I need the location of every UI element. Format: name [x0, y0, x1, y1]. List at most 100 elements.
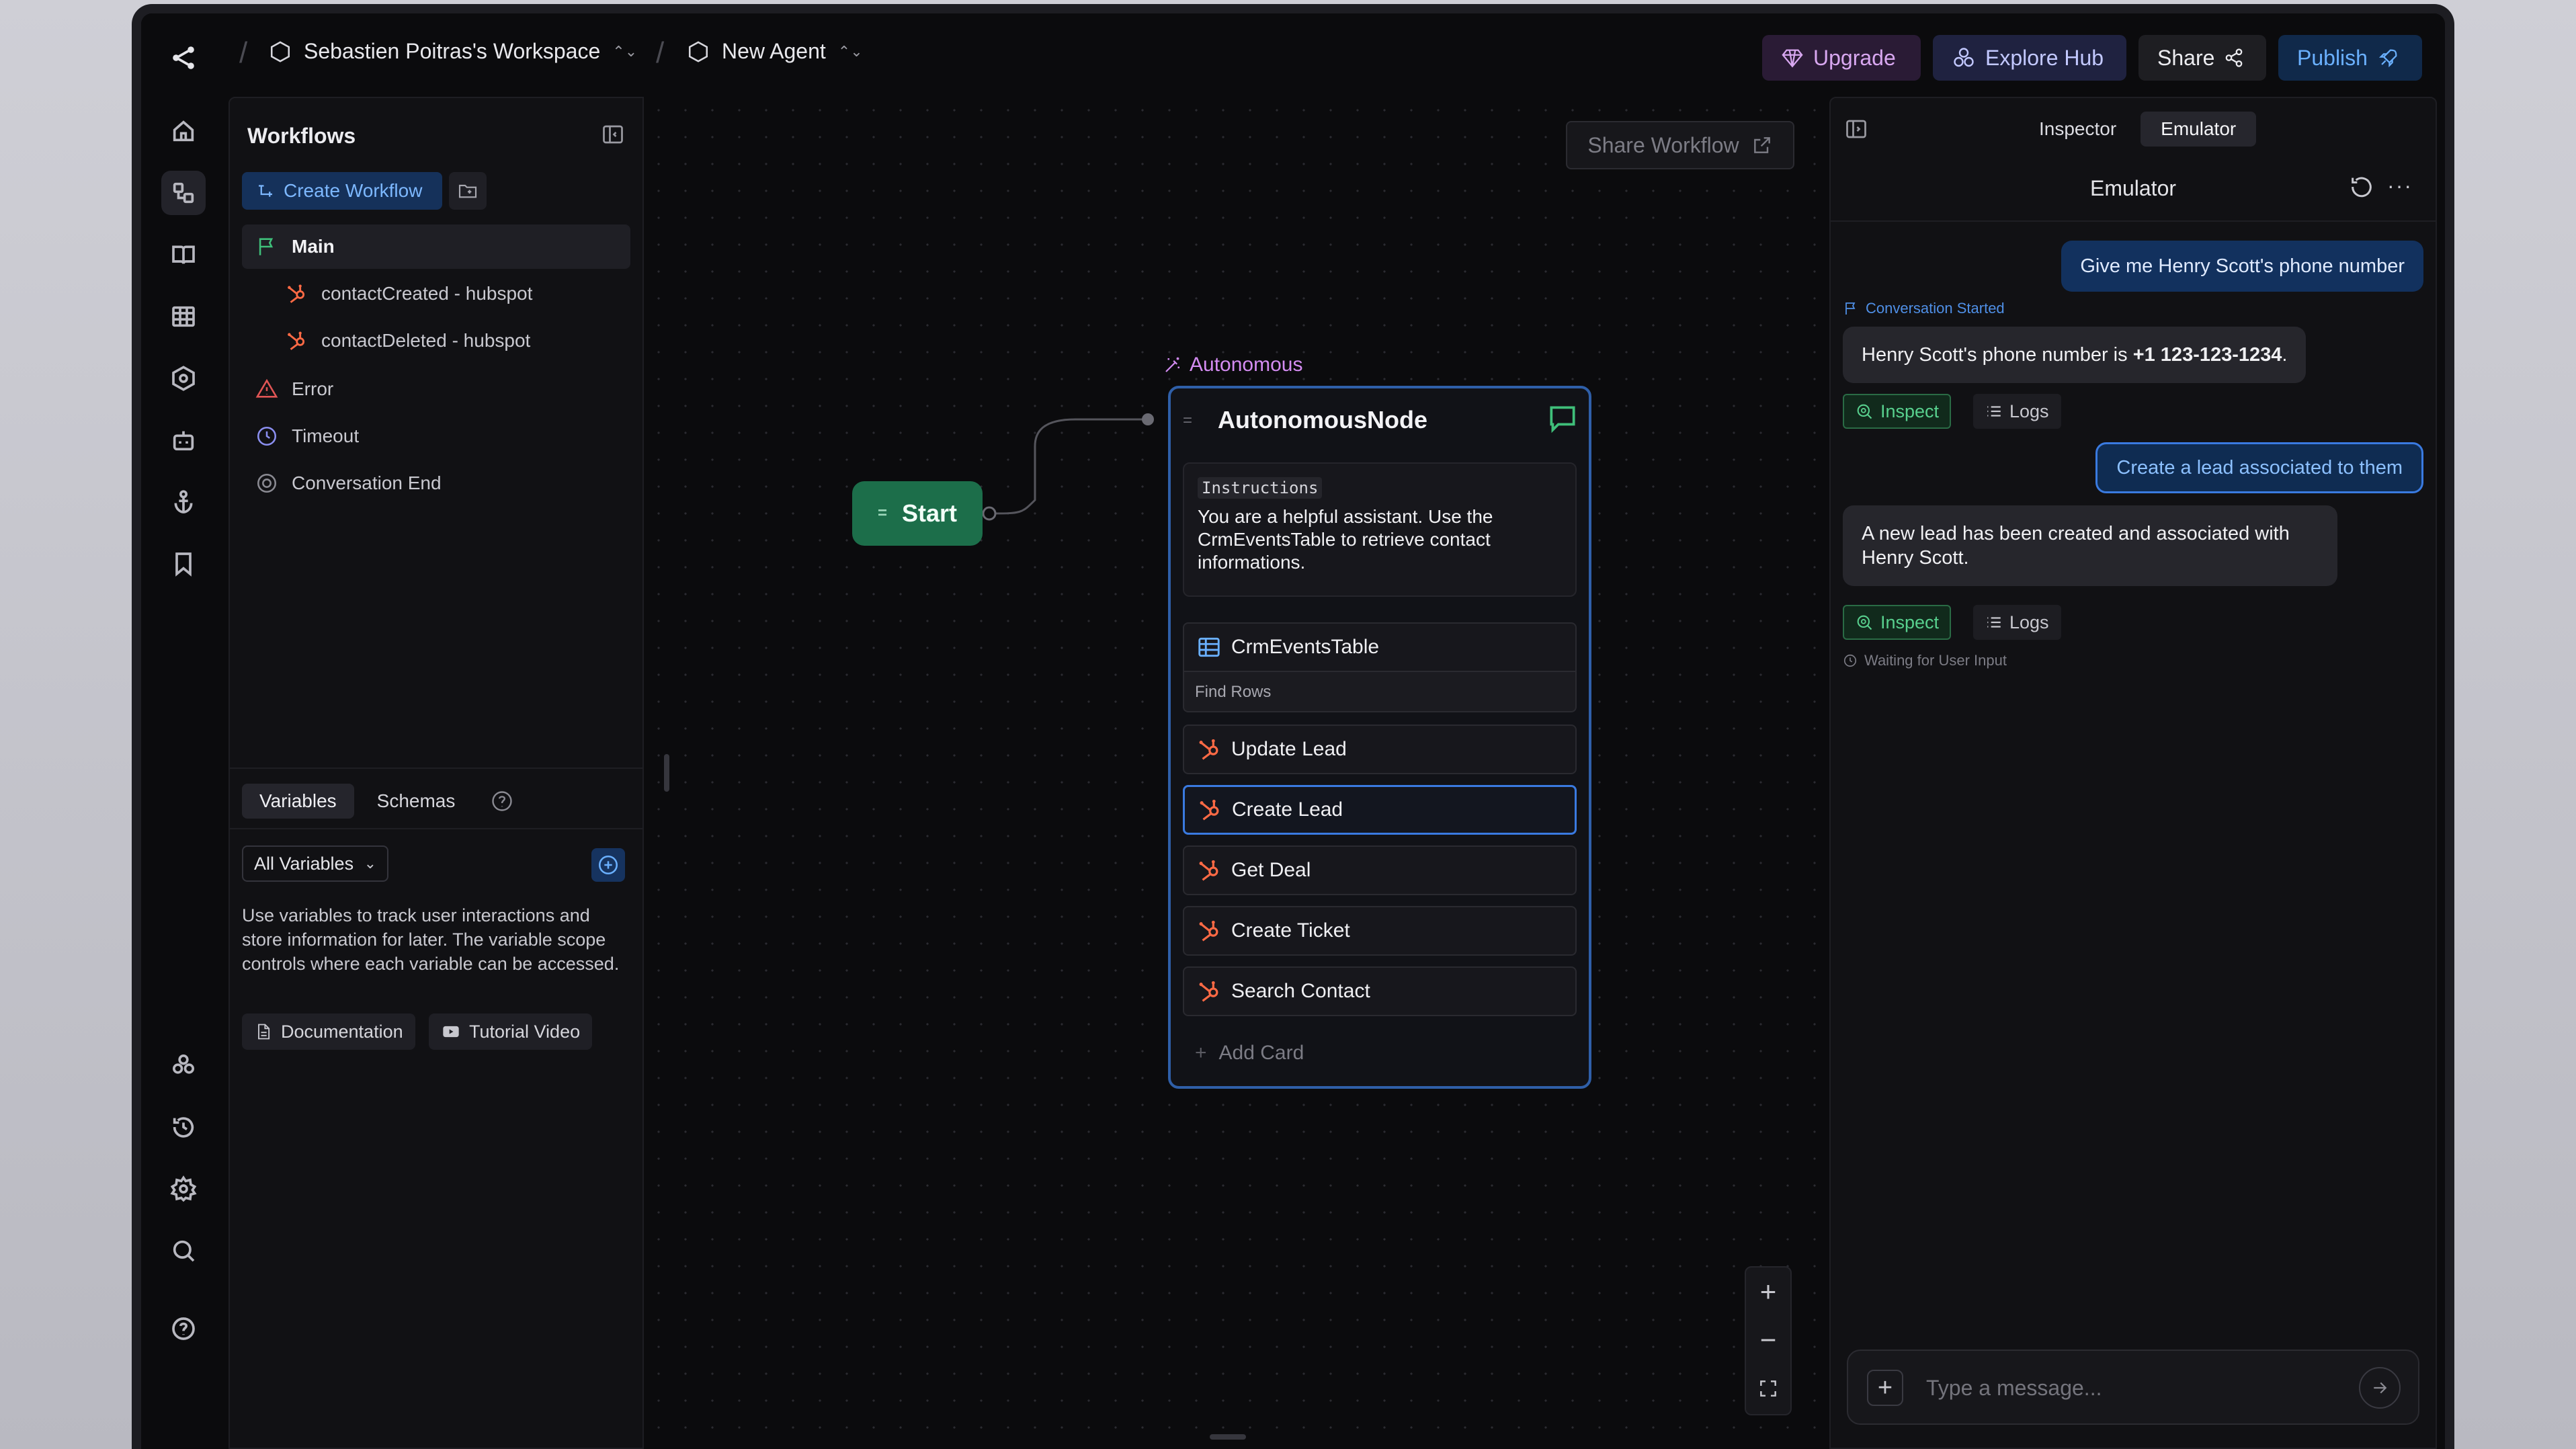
upgrade-button[interactable]: Upgrade [1762, 35, 1921, 81]
arrow-right-icon [2374, 1382, 2387, 1394]
publish-button[interactable]: Publish [2278, 35, 2422, 81]
app-logo-icon[interactable] [168, 42, 200, 74]
card-update-lead[interactable]: Update Lead [1183, 724, 1577, 774]
bot-icon[interactable] [161, 418, 206, 462]
tab-inspector[interactable]: Inspector [2019, 112, 2136, 147]
workflow-item-main[interactable]: Main [242, 224, 630, 269]
list-icon [1987, 406, 2001, 417]
bottom-resize-handle[interactable] [1210, 1434, 1246, 1440]
card-create-lead[interactable]: Create Lead [1183, 785, 1577, 835]
add-card-button[interactable]: + Add Card [1195, 1042, 1304, 1065]
share-workflow-label: Share Workflow [1587, 132, 1739, 157]
user-message: Give me Henry Scott's phone number [2061, 241, 2423, 292]
card-label: Update Lead [1231, 738, 1347, 760]
anchor-icon[interactable] [161, 480, 206, 524]
logs-button[interactable]: Logs [1973, 605, 2061, 640]
variables-tabs: Variables Schemas [242, 784, 514, 819]
hubspot-icon [1200, 799, 1219, 821]
more-options-icon[interactable]: ··· [2387, 173, 2413, 198]
help-icon[interactable] [161, 1307, 206, 1351]
node-title: AutonomousNode [1218, 406, 1427, 433]
workspace-selector[interactable]: Sebastien Poitras's Workspace ⌃⌄ [269, 39, 637, 64]
chat-bubble-icon[interactable] [1546, 402, 1579, 436]
start-node[interactable]: = Start [852, 481, 983, 546]
variables-filter-select[interactable]: All Variables ⌄ [242, 845, 388, 882]
help-circle-icon[interactable] [490, 789, 514, 813]
tutorial-video-button[interactable]: Tutorial Video [429, 1013, 593, 1050]
drag-grip-icon[interactable]: = [1183, 411, 1192, 430]
create-workflow-button[interactable]: Create Workflow [242, 172, 442, 210]
workflow-item-contact-deleted[interactable]: contactDeleted - hubspot [242, 319, 630, 363]
hubspot-icon [288, 331, 305, 350]
message-input[interactable] [1926, 1370, 2343, 1406]
tables-icon[interactable] [161, 294, 206, 339]
app-window: / Sebastien Poitras's Workspace ⌃⌄ / New… [132, 4, 2454, 1449]
card-create-ticket[interactable]: Create Ticket [1183, 906, 1577, 956]
refresh-icon[interactable] [2348, 173, 2375, 200]
workflow-item-contact-created[interactable]: contactCreated - hubspot [242, 272, 630, 316]
magic-wand-icon [1165, 357, 1179, 372]
collapse-panel-icon[interactable] [1844, 117, 1868, 141]
instructions-label: Instructions [1198, 477, 1323, 499]
fit-view-button[interactable] [1746, 1364, 1790, 1413]
zoom-out-button[interactable]: − [1746, 1316, 1790, 1364]
conversation-started-label: Conversation Started [1866, 300, 2005, 317]
workflow-add-icon [259, 185, 272, 197]
collapse-panel-icon[interactable] [601, 122, 625, 147]
inspect-icon [1857, 615, 1872, 630]
agent-name: New Agent [722, 39, 826, 63]
tab-variables[interactable]: Variables [242, 784, 354, 819]
autonomous-node[interactable]: = AutonomousNode Instructions You are a … [1168, 386, 1591, 1089]
new-folder-button[interactable] [449, 172, 487, 210]
card-crm-events-table[interactable]: CrmEventsTable [1183, 622, 1577, 672]
history-icon[interactable] [161, 1105, 206, 1149]
share-icon [2226, 48, 2243, 67]
chevron-updown-icon: ⌃⌄ [612, 42, 638, 60]
knowledge-book-icon[interactable] [161, 233, 206, 277]
video-icon [443, 1026, 459, 1038]
autonomous-label: Autonomous [1163, 354, 1302, 376]
inspect-button[interactable]: Inspect [1843, 605, 1952, 640]
logs-button[interactable]: Logs [1973, 394, 2061, 429]
bot-message-text: . [2282, 344, 2288, 366]
plus-circle-icon [598, 855, 618, 875]
create-workflow-label: Create Workflow [284, 180, 423, 201]
workflow-canvas[interactable]: Share Workflow = Start Autonomous = Auto… [645, 97, 1817, 1449]
add-variable-button[interactable] [591, 848, 625, 882]
settings-icon[interactable] [161, 1167, 206, 1211]
waiting-clock-icon [1843, 654, 1857, 667]
panel-resize-handle[interactable] [664, 754, 669, 792]
instructions-card[interactable]: Instructions You are a helpful assistant… [1183, 462, 1577, 597]
hubspot-icon [288, 284, 305, 303]
workflow-item-error[interactable]: Error [242, 367, 630, 411]
workflow-item-conversation-end[interactable]: Conversation End [242, 461, 630, 505]
agent-selector[interactable]: New Agent ⌃⌄ [687, 39, 863, 64]
waiting-label: Waiting for User Input [1864, 652, 2007, 669]
send-button[interactable] [2359, 1367, 2401, 1409]
panel-divider [230, 828, 642, 829]
documentation-label: Documentation [281, 1021, 403, 1042]
tab-schemas[interactable]: Schemas [360, 784, 473, 819]
tab-emulator[interactable]: Emulator [2141, 112, 2257, 147]
workflow-item-timeout[interactable]: Timeout [242, 414, 630, 458]
bookmark-icon[interactable] [161, 542, 206, 586]
home-icon[interactable] [161, 109, 206, 153]
table-icon [1198, 637, 1220, 657]
card-get-deal[interactable]: Get Deal [1183, 845, 1577, 895]
integrations-icon[interactable] [161, 1043, 206, 1087]
zoom-in-button[interactable]: + [1746, 1268, 1790, 1316]
share-button[interactable]: Share [2138, 35, 2266, 81]
card-subtitle: Find Rows [1183, 672, 1577, 712]
workflows-icon[interactable] [161, 171, 206, 215]
documentation-button[interactable]: Documentation [242, 1013, 415, 1050]
workspace-name: Sebastien Poitras's Workspace [304, 39, 601, 63]
fullscreen-icon [1760, 1380, 1776, 1397]
search-icon[interactable] [161, 1229, 206, 1273]
attach-button[interactable]: + [1867, 1370, 1903, 1406]
hexagon-icon[interactable] [161, 356, 206, 401]
explore-hub-button[interactable]: Explore Hub [1933, 35, 2126, 81]
card-search-contact[interactable]: Search Contact [1183, 966, 1577, 1016]
share-workflow-button[interactable]: Share Workflow [1566, 121, 1794, 169]
inspect-button[interactable]: Inspect [1843, 394, 1952, 429]
workflows-title: Workflows [247, 124, 356, 148]
